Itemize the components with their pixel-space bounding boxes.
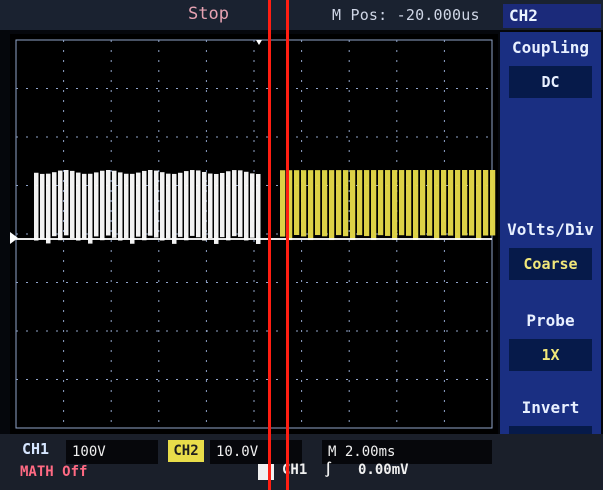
trigger-level: 0.00mV bbox=[358, 462, 409, 478]
waveform-burst bbox=[226, 171, 231, 241]
waveform-burst bbox=[315, 170, 321, 236]
waveform-burst bbox=[385, 170, 391, 236]
waveform-burst bbox=[154, 170, 159, 238]
horizontal-position: M Pos: -20.000us bbox=[332, 6, 480, 24]
waveform-burst bbox=[130, 173, 135, 244]
volts-div-label: Volts/Div bbox=[507, 220, 594, 239]
waveform-burst bbox=[124, 173, 129, 239]
coupling-label: Coupling bbox=[511, 38, 590, 57]
menu-item-volts-div[interactable]: Volts/Div Coarse bbox=[503, 214, 598, 292]
waveform-burst bbox=[202, 171, 207, 241]
waveform-burst bbox=[364, 170, 370, 237]
waveform-burst bbox=[250, 173, 255, 238]
waveform-burst bbox=[322, 170, 328, 237]
waveform-burst bbox=[301, 170, 307, 237]
waveform-burst bbox=[208, 173, 213, 239]
menu-item-empty bbox=[503, 127, 598, 205]
waveform-burst bbox=[308, 170, 314, 241]
waveform-burst bbox=[441, 170, 447, 236]
waveform-burst bbox=[178, 172, 183, 237]
waveform-burst bbox=[256, 173, 261, 244]
waveform-burst bbox=[100, 170, 105, 241]
waveform-burst bbox=[343, 170, 349, 237]
waveform-burst bbox=[34, 172, 39, 241]
waveform-burst bbox=[490, 170, 496, 236]
waveform-burst bbox=[462, 170, 468, 236]
probe-value: 1X bbox=[509, 339, 592, 371]
waveform-burst bbox=[427, 170, 433, 236]
waveform-burst bbox=[420, 170, 426, 236]
waveform-burst bbox=[94, 172, 99, 237]
waveform-burst bbox=[336, 170, 342, 236]
waveform-burst bbox=[160, 172, 165, 241]
waveform-burst bbox=[52, 172, 57, 237]
cursor-line-right bbox=[286, 0, 289, 490]
trigger-square-icon bbox=[258, 464, 274, 480]
waveform-burst bbox=[106, 170, 111, 236]
cursor-line-left bbox=[268, 0, 271, 490]
coupling-value: DC bbox=[509, 66, 592, 98]
waveform-burst bbox=[357, 170, 363, 236]
waveform-burst bbox=[455, 170, 461, 241]
waveform-burst bbox=[166, 173, 171, 239]
waveform-burst bbox=[371, 170, 377, 241]
waveform-burst bbox=[46, 173, 51, 244]
ch1-label: CH1 bbox=[22, 440, 50, 458]
rising-edge-icon: ∫ bbox=[324, 462, 333, 478]
time-base: M 2.00ms bbox=[322, 440, 492, 464]
waveform-burst bbox=[58, 170, 63, 241]
waveform-burst bbox=[483, 170, 489, 236]
waveform-burst bbox=[184, 171, 189, 241]
waveform-burst bbox=[118, 172, 123, 241]
waveform-burst bbox=[434, 170, 440, 241]
waveform-burst bbox=[329, 170, 335, 241]
waveform-burst bbox=[64, 170, 69, 236]
waveform-burst bbox=[350, 170, 356, 241]
ch2-label: CH2 bbox=[168, 440, 204, 462]
waveform-burst bbox=[413, 170, 419, 241]
waveform-burst bbox=[244, 171, 249, 241]
waveform-burst bbox=[88, 173, 93, 244]
invert-label: Invert bbox=[521, 398, 580, 417]
ch1-volts: 100V bbox=[66, 440, 158, 464]
math-status: MATH Off bbox=[20, 464, 88, 480]
waveform-burst bbox=[294, 170, 300, 236]
channel-menu: Coupling DC Volts/Div Coarse Probe 1X In… bbox=[500, 32, 601, 462]
waveform-burst bbox=[40, 173, 45, 239]
waveform-display bbox=[10, 34, 498, 434]
waveform-burst bbox=[448, 170, 454, 236]
waveform-burst bbox=[469, 170, 475, 236]
waveform-burst bbox=[142, 170, 147, 241]
waveform-burst bbox=[280, 170, 286, 237]
oscilloscope-screen: Stop M Pos: -20.000us CH2 Coupling DC Vo… bbox=[0, 0, 603, 490]
waveform-burst bbox=[476, 170, 482, 240]
menu-item-coupling[interactable]: Coupling DC bbox=[503, 32, 598, 110]
waveform-burst bbox=[238, 170, 243, 237]
trigger-status: CH1 ∫ 0.00mV bbox=[258, 462, 418, 486]
waveform-burst bbox=[232, 170, 237, 237]
menu-item-probe[interactable]: Probe 1X bbox=[503, 305, 598, 383]
waveform-grid bbox=[10, 34, 498, 434]
waveform-burst bbox=[172, 173, 177, 244]
active-channel-title: CH2 bbox=[503, 4, 601, 28]
waveform-burst bbox=[148, 170, 153, 236]
waveform-burst bbox=[399, 170, 405, 236]
waveform-burst bbox=[392, 170, 398, 241]
volts-div-value: Coarse bbox=[509, 248, 592, 280]
waveform-burst bbox=[76, 172, 81, 241]
waveform-burst bbox=[196, 170, 201, 238]
waveform-burst bbox=[406, 170, 412, 236]
waveform-burst bbox=[190, 170, 195, 236]
waveform-burst bbox=[70, 170, 75, 239]
waveform-burst bbox=[378, 170, 384, 236]
probe-label: Probe bbox=[526, 311, 575, 330]
acquisition-status: Stop bbox=[188, 4, 229, 24]
waveform-burst bbox=[82, 173, 87, 239]
waveform-burst bbox=[214, 173, 219, 244]
waveform-burst bbox=[220, 172, 225, 238]
waveform-burst bbox=[136, 172, 141, 237]
waveform-burst bbox=[112, 170, 117, 238]
